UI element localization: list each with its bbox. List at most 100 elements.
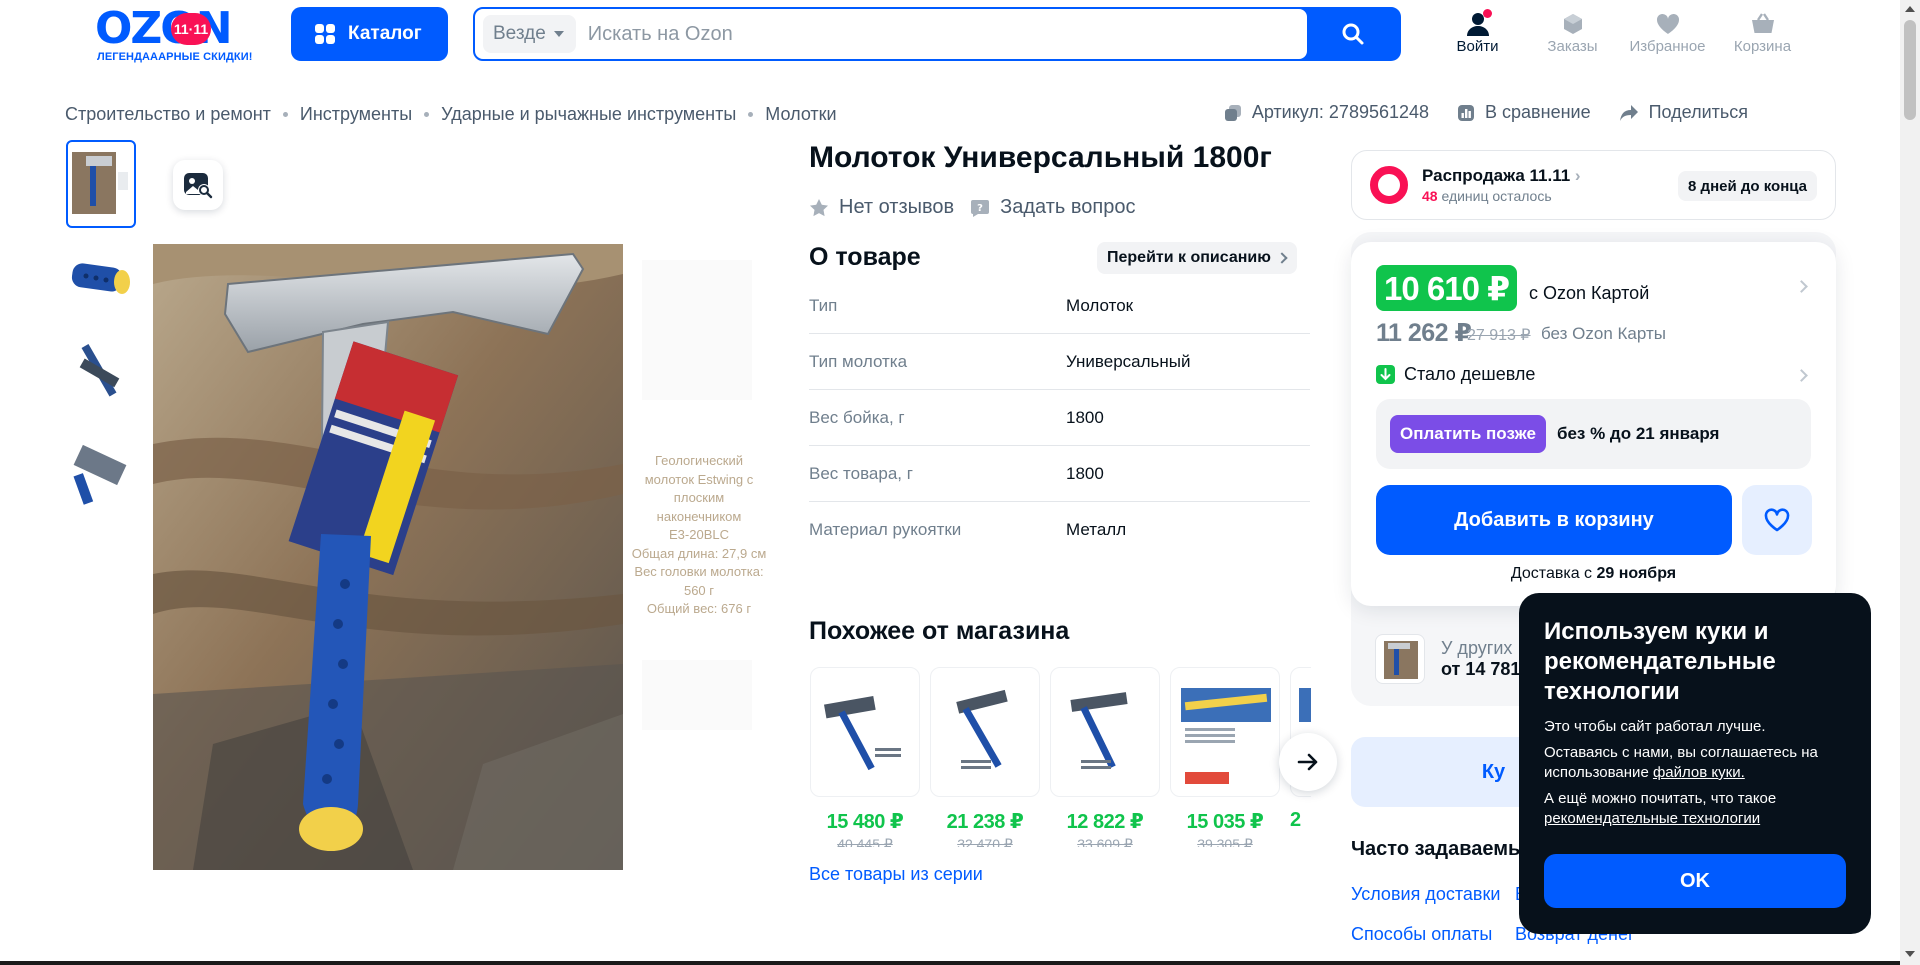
nav-favorites[interactable]: Избранное: [1620, 10, 1715, 55]
compare-button[interactable]: В сравнение: [1457, 102, 1591, 123]
spec-key: Вес товара, г: [809, 463, 913, 483]
favorite-button[interactable]: [1742, 485, 1812, 555]
pay-later-block[interactable]: Оплатить позже без % до 21 января: [1376, 399, 1811, 469]
hammer-head-thumb-image: [73, 444, 127, 505]
no-card-label: без Ozon Карты: [1541, 324, 1666, 343]
ask-question-link[interactable]: ? Задать вопрос: [970, 196, 1135, 219]
cart-icon: [1751, 13, 1774, 33]
breadcrumb-separator: [282, 112, 288, 117]
spec-value: Молоток: [1066, 295, 1134, 315]
search-button[interactable]: [1307, 9, 1399, 59]
reviews-link[interactable]: Нет отзывов: [809, 196, 954, 219]
hammer-thumb-image: [72, 152, 128, 214]
ozon-logo[interactable]: OZON 11·11 ЛЕГЕНДАААРНЫЕ СКИДКИ!: [95, 6, 260, 64]
caret-down-icon: [553, 31, 564, 37]
product-main-image[interactable]: [153, 244, 623, 870]
goto-description-button[interactable]: Перейти к описанию: [1097, 242, 1297, 274]
heart-icon: [1656, 13, 1679, 34]
gallery-thumbnails: [66, 140, 136, 524]
spec-row: Тип молотка Универсальный: [809, 334, 1310, 390]
cookie-text: Это чтобы сайт работал лучше.: [1544, 718, 1766, 735]
breadcrumb-separator: [424, 112, 430, 117]
share-button[interactable]: Поделиться: [1619, 102, 1748, 123]
reviews-row: Нет отзывов ? Задать вопрос: [809, 196, 1151, 219]
carousel-next-button[interactable]: [1279, 733, 1337, 791]
svg-text:?: ?: [977, 203, 983, 214]
buy-block: 10 610 ₽ с Ozon Картой 11 262 ₽ 27 913 ₽…: [1351, 242, 1836, 606]
series-link[interactable]: Все товары из серии: [809, 864, 983, 885]
caption-line: Вес головки молотка:: [634, 564, 764, 579]
similar-product-card[interactable]: 15 480 ₽ 40 445 ₽: [810, 667, 920, 847]
catalog-button[interactable]: Каталог: [291, 7, 448, 61]
similar-product-card[interactable]: 21 238 ₽ 32 470 ₽: [930, 667, 1040, 847]
sale-ring-icon: [1370, 166, 1408, 204]
breadcrumb-item[interactable]: Ударные и рычажные инструменты: [441, 104, 736, 125]
sale-banner[interactable]: Распродажа 11.11 › 48 единиц осталось 8 …: [1351, 150, 1836, 220]
faq-heading: Часто задаваемы: [1351, 838, 1526, 860]
cookie-files-link[interactable]: файлов куки.: [1653, 764, 1745, 781]
search-input[interactable]: [575, 22, 1307, 46]
search-scope-label: Везде: [493, 23, 546, 44]
other-sellers[interactable]: У других от 14 781 ₽: [1375, 634, 1538, 684]
breadcrumb-item[interactable]: Молотки: [765, 104, 836, 125]
similar-price: 15 480 ₽: [826, 811, 904, 833]
similar-product-image: [1170, 667, 1280, 797]
thumbnail[interactable]: [66, 428, 136, 516]
similar-price: 2: [1290, 809, 1301, 831]
scroll-down-arrow[interactable]: [1905, 951, 1915, 957]
article-copy[interactable]: Артикул: 2789561248: [1224, 102, 1429, 123]
delivery-info: Доставка с 29 ноября: [1351, 565, 1836, 583]
other-seller-thumb: [1375, 634, 1425, 684]
caption-line: E3-20BLC: [669, 527, 729, 542]
old-price: 27 913 ₽: [1467, 327, 1531, 344]
recommendation-tech-link[interactable]: рекомендательные технологии: [1544, 810, 1760, 827]
similar-heading: Похожее от магазина: [809, 617, 1070, 645]
spec-key: Материал рукоятки: [809, 520, 962, 539]
scroll-up-arrow[interactable]: [1905, 6, 1915, 12]
caption-line: наконечником: [656, 508, 742, 524]
spec-key: Тип молотка: [809, 351, 908, 371]
nav-login[interactable]: Войти: [1430, 9, 1525, 55]
scrollbar-thumb[interactable]: [1904, 20, 1916, 120]
similar-product-image: [1050, 667, 1160, 797]
spec-row: Тип Молоток: [809, 278, 1310, 334]
caption-line: Общий вес: 676 г: [646, 601, 752, 616]
chevron-right-icon[interactable]: [1795, 369, 1808, 382]
thumbnail[interactable]: [66, 140, 136, 228]
similar-product-card[interactable]: 12 822 ₽ 33 609 ₽: [1050, 667, 1160, 847]
thumbnail[interactable]: [66, 236, 136, 324]
buy-now-label: Ку: [1481, 760, 1506, 783]
breadcrumb-item[interactable]: Инструменты: [300, 104, 412, 125]
similar-product-image: [930, 667, 1040, 797]
heart-outline-icon: [1764, 508, 1790, 532]
nav-orders[interactable]: Заказы: [1525, 10, 1620, 55]
spec-value: 1800: [1066, 463, 1104, 483]
spec-value: Металл: [1066, 520, 1127, 539]
pay-later-text: без % до 21 января: [1556, 424, 1720, 443]
faq-link[interactable]: Способы оплаты: [1351, 924, 1492, 945]
similar-price: 12 822 ₽: [1066, 811, 1144, 833]
nav-cart[interactable]: Корзина: [1715, 10, 1810, 55]
vertical-scrollbar[interactable]: [1900, 0, 1920, 965]
ozon-card-label: с Ozon Картой: [1529, 283, 1650, 303]
image-search-icon: [184, 173, 213, 199]
cookie-text: Оставаясь с нами, вы соглашаетесь на исп…: [1544, 743, 1846, 783]
image-search-button[interactable]: [173, 160, 223, 210]
similar-old-price: 33 609 ₽: [1077, 836, 1133, 847]
compare-label: В сравнение: [1485, 102, 1591, 122]
similar-product-card[interactable]: 15 035 ₽ 39 305 ₽: [1170, 667, 1280, 847]
about-heading: О товаре: [809, 243, 921, 271]
thumbnail[interactable]: [66, 332, 136, 420]
price-drop-row[interactable]: Стало дешевле: [1376, 364, 1535, 385]
pay-later-button[interactable]: Оплатить позже: [1390, 415, 1546, 453]
cookie-ok-button[interactable]: OK: [1544, 854, 1846, 908]
horizontal-scrollbar: [0, 961, 1900, 965]
breadcrumb-item[interactable]: Строительство и ремонт: [65, 104, 271, 125]
header: OZON 11·11 ЛЕГЕНДАААРНЫЕ СКИДКИ! Каталог…: [0, 0, 1900, 72]
faq-link[interactable]: Условия доставки: [1351, 884, 1500, 905]
chevron-right-icon[interactable]: [1795, 280, 1808, 293]
add-to-cart-button[interactable]: Добавить в корзину: [1376, 485, 1732, 555]
breadcrumb-separator: [748, 112, 754, 117]
search-scope-select[interactable]: Везде: [483, 15, 576, 53]
sale-title: Распродажа 11.11: [1422, 166, 1571, 185]
